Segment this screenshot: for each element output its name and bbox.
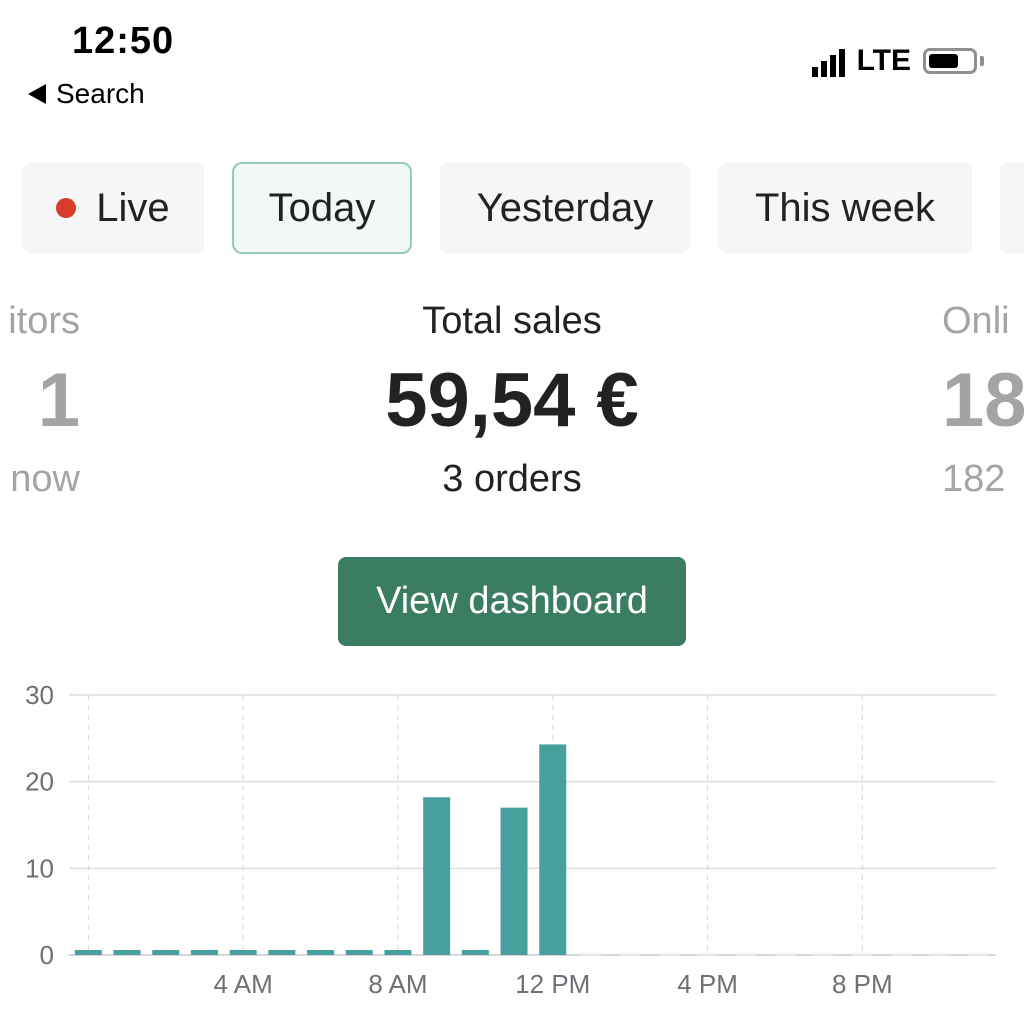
sales-bar: [345, 950, 373, 955]
total-sales-value: 59,54 €: [385, 358, 639, 443]
sales-by-hour-chart: 0 10 20 30 4 AM 8 AM 12 PM 4 PM 8 PM: [25, 680, 996, 999]
sales-bar: [307, 950, 335, 955]
metric-visitors-label: itors: [8, 300, 80, 342]
sales-bar-future: [620, 953, 641, 956]
y-tick-label: 0: [40, 940, 54, 970]
sales-bar-future: [929, 953, 950, 956]
filter-next-partial[interactable]: [1000, 162, 1024, 254]
sales-bar-future: [658, 953, 679, 956]
status-bar: 12:50 Search LTE: [0, 0, 1024, 120]
metric-online-store[interactable]: Onli 18 182: [942, 300, 1024, 501]
sales-bar: [152, 950, 180, 955]
metric-visitors[interactable]: itors 1 now: [8, 300, 80, 501]
filter-this-week[interactable]: This week: [718, 162, 972, 254]
sales-bar: [539, 744, 567, 955]
back-arrow-icon: [28, 84, 46, 104]
sales-bar: [74, 950, 102, 955]
network-type: LTE: [856, 44, 911, 77]
battery-tip: [980, 56, 984, 66]
view-dashboard-button[interactable]: View dashboard: [338, 557, 686, 646]
y-tick-label: 10: [25, 853, 54, 883]
sales-bar: [423, 797, 451, 955]
metric-total-sales: Total sales 59,54 € 3 orders: [312, 300, 712, 501]
date-range-filters: Live Today Yesterday This week: [22, 162, 1024, 256]
metric-online-sub: 182: [942, 458, 1006, 500]
sales-bar: [461, 950, 489, 955]
sales-bar: [384, 950, 412, 955]
metric-online-label: Onli: [942, 300, 1010, 342]
sales-bar-future: [852, 953, 873, 956]
metrics-carousel[interactable]: itors 1 now Total sales 59,54 € 3 orders…: [0, 300, 1024, 540]
live-dot-icon: [56, 198, 77, 218]
filter-live[interactable]: Live: [22, 162, 204, 254]
battery-icon: [923, 48, 977, 74]
orders-count: 3 orders: [442, 458, 582, 500]
metric-visitors-sub: now: [10, 458, 80, 500]
status-time: 12:50: [72, 20, 175, 62]
sales-bar-future: [813, 953, 834, 956]
back-to-search-link[interactable]: Search: [28, 78, 145, 110]
sales-bar-future: [968, 953, 989, 956]
filter-today[interactable]: Today: [232, 162, 412, 254]
system-indicators: LTE: [811, 44, 984, 78]
sales-bar: [113, 950, 141, 955]
x-tick-label: 8 AM: [368, 969, 427, 999]
x-tick-label: 8 PM: [832, 969, 893, 999]
sales-bar: [190, 950, 218, 955]
sales-bar-future: [774, 953, 795, 956]
metric-visitors-value: 1: [37, 358, 80, 443]
x-tick-label: 4 AM: [214, 969, 273, 999]
filter-yesterday[interactable]: Yesterday: [440, 162, 690, 254]
x-tick-label: 12 PM: [515, 969, 590, 999]
sales-bar-future: [891, 953, 912, 956]
sales-bar: [500, 807, 528, 955]
y-tick-label: 30: [25, 680, 54, 710]
sales-bar: [229, 950, 257, 955]
sales-bar-future: [581, 953, 602, 956]
back-link-label: Search: [56, 78, 145, 109]
sales-bar: [268, 950, 296, 955]
sales-bar-future: [697, 953, 718, 956]
x-tick-label: 4 PM: [677, 969, 738, 999]
y-tick-label: 20: [25, 767, 54, 797]
filter-live-label: Live: [96, 185, 170, 230]
signal-strength-icon: [811, 45, 845, 77]
sales-bar-future: [736, 953, 757, 956]
total-sales-label: Total sales: [422, 300, 602, 342]
metric-online-value: 18: [942, 358, 1024, 443]
